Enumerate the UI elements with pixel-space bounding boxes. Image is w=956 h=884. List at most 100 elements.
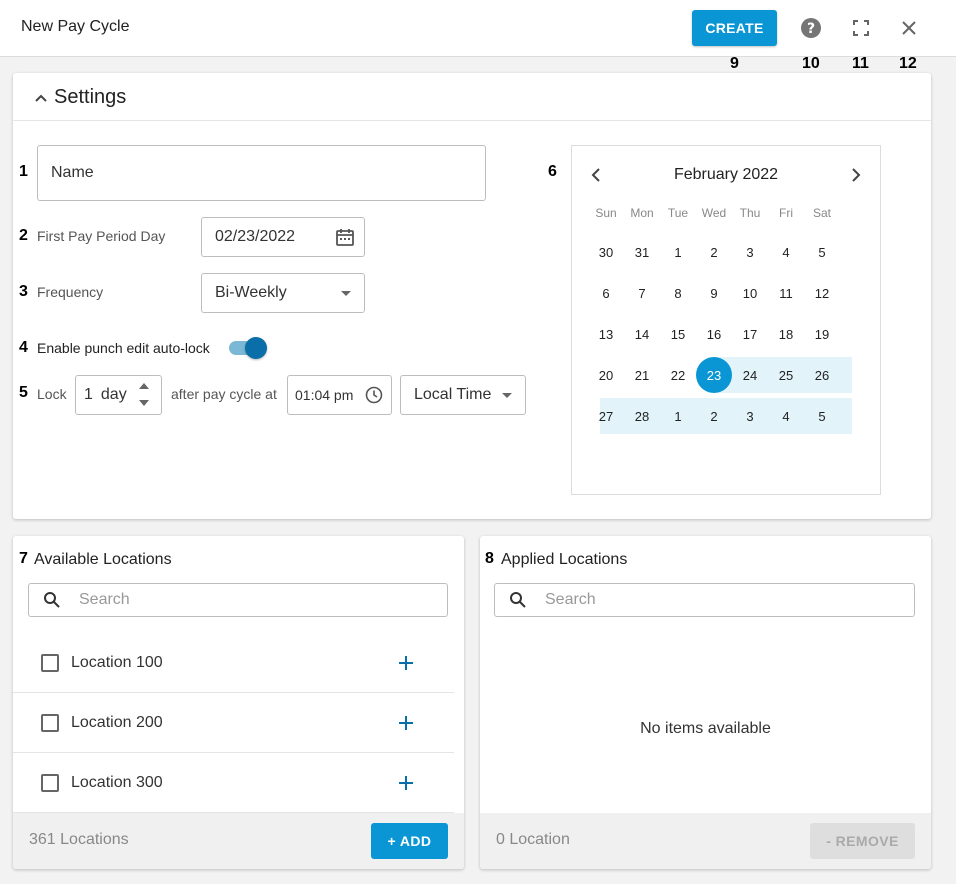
weekday-label: Thu [739, 206, 761, 220]
marker-4: 4 [19, 339, 28, 356]
marker-7: 7 [19, 550, 28, 567]
applied-locations-title: Applied Locations [501, 551, 628, 568]
frequency-value: Bi-Weekly [215, 284, 287, 301]
location-checkbox[interactable] [41, 774, 59, 792]
calendar-day[interactable]: 30 [588, 234, 624, 270]
calendar-day[interactable]: 2 [696, 234, 732, 270]
calendar-day[interactable]: 12 [804, 275, 840, 311]
name-field[interactable]: Name [37, 145, 486, 201]
settings-title: Settings [54, 86, 127, 108]
calendar-day[interactable]: 20 [588, 357, 624, 393]
calendar-day[interactable]: 27 [588, 398, 624, 434]
available-search-input[interactable]: Search [28, 583, 448, 617]
calendar-day[interactable]: 3 [732, 398, 768, 434]
available-count: 361 Locations [29, 831, 129, 848]
calendar-day[interactable]: 1 [660, 398, 696, 434]
lock-label: Lock [37, 386, 67, 402]
chevron-right-icon [852, 168, 861, 182]
calendar-day[interactable]: 13 [588, 316, 624, 352]
calendar-day[interactable]: 14 [624, 316, 660, 352]
location-checkbox[interactable] [41, 714, 59, 732]
calendar-day[interactable]: 23 [696, 357, 732, 393]
close-icon[interactable] [897, 16, 921, 40]
autolock-toggle-knob[interactable] [245, 337, 267, 359]
calendar-day[interactable]: 11 [768, 275, 804, 311]
calendar-day[interactable]: 18 [768, 316, 804, 352]
help-icon[interactable]: ? [799, 16, 823, 40]
calendar-day[interactable]: 10 [732, 275, 768, 311]
calendar-day[interactable]: 5 [804, 398, 840, 434]
marker-5: 5 [19, 384, 28, 401]
location-label: Location 100 [71, 654, 163, 671]
frequency-label: Frequency [37, 284, 104, 300]
weekday-label: Sat [812, 206, 831, 220]
top-bar: New Pay Cycle CREATE ? [0, 0, 956, 57]
add-location-icon[interactable] [397, 774, 415, 792]
calendar-day[interactable]: 4 [768, 398, 804, 434]
autolock-label: Enable punch edit auto-lock [37, 340, 210, 356]
applied-search-input[interactable]: Search [494, 583, 915, 617]
weekday-label: Fri [779, 206, 793, 220]
create-button[interactable]: CREATE [692, 10, 777, 46]
calendar-day[interactable]: 8 [660, 275, 696, 311]
list-item: Location 100 [13, 633, 454, 693]
lock-amount-stepper[interactable]: 1 day [75, 375, 162, 415]
add-location-icon[interactable] [397, 654, 415, 672]
location-checkbox[interactable] [41, 654, 59, 672]
stepper-down-icon[interactable] [139, 400, 149, 406]
marker-12: 12 [899, 55, 917, 72]
calendar-day[interactable]: 6 [588, 275, 624, 311]
empty-state-message: No items available [640, 720, 771, 737]
available-locations-title: Available Locations [34, 551, 172, 568]
calendar-day[interactable]: 24 [732, 357, 768, 393]
weekday-label: Wed [701, 206, 727, 220]
first-pay-date-input[interactable]: 02/23/2022 [201, 217, 365, 257]
weekday-label: Sun [595, 206, 617, 220]
calendar-day[interactable]: 21 [624, 357, 660, 393]
location-label: Location 200 [71, 714, 163, 731]
timezone-select[interactable]: Local Time [400, 375, 526, 415]
search-icon [509, 590, 529, 610]
calendar-day[interactable]: 25 [768, 357, 804, 393]
calendar-day[interactable]: 17 [732, 316, 768, 352]
calendar-day[interactable]: 1 [660, 234, 696, 270]
add-button[interactable]: + ADD [371, 823, 448, 859]
settings-header[interactable]: Settings [34, 86, 126, 109]
list-item: Location 200 [13, 693, 454, 753]
next-month-button[interactable] [846, 165, 866, 185]
calendar-day[interactable]: 4 [768, 234, 804, 270]
calendar-month-label: February 2022 [673, 166, 779, 183]
fullscreen-icon[interactable] [849, 16, 873, 40]
first-pay-label: First Pay Period Day [37, 228, 166, 244]
lock-amount: 1 [84, 386, 93, 403]
calendar-day[interactable]: 22 [660, 357, 696, 393]
calendar-day[interactable]: 3 [732, 234, 768, 270]
page-title: New Pay Cycle [21, 18, 130, 35]
first-pay-value: 02/23/2022 [215, 228, 296, 245]
marker-3: 3 [19, 283, 28, 300]
calendar-day[interactable]: 26 [804, 357, 840, 393]
calendar-day[interactable]: 5 [804, 234, 840, 270]
calendar-day[interactable]: 28 [624, 398, 660, 434]
calendar-day[interactable]: 16 [696, 316, 732, 352]
calendar-day[interactable]: 7 [624, 275, 660, 311]
calendar-day[interactable]: 2 [696, 398, 732, 434]
remove-button[interactable]: - REMOVE [810, 823, 915, 859]
calendar-day[interactable]: 19 [804, 316, 840, 352]
list-item: Location 300 [13, 753, 454, 813]
add-location-icon[interactable] [397, 714, 415, 732]
calendar-icon[interactable] [335, 227, 355, 247]
calendar-day[interactable]: 15 [660, 316, 696, 352]
calendar-day[interactable]: 9 [696, 275, 732, 311]
divider [13, 120, 931, 121]
after-label: after pay cycle at [171, 386, 277, 402]
search-icon [43, 590, 63, 610]
clock-icon[interactable] [365, 386, 383, 404]
frequency-select[interactable]: Bi-Weekly [201, 273, 365, 313]
applied-search-placeholder: Search [545, 591, 596, 608]
lock-time-input[interactable]: 01:04 pm [287, 375, 392, 415]
weekday-label: Mon [630, 206, 654, 220]
lock-unit: day [100, 386, 127, 403]
stepper-up-icon[interactable] [139, 383, 149, 389]
calendar-day[interactable]: 31 [624, 234, 660, 270]
